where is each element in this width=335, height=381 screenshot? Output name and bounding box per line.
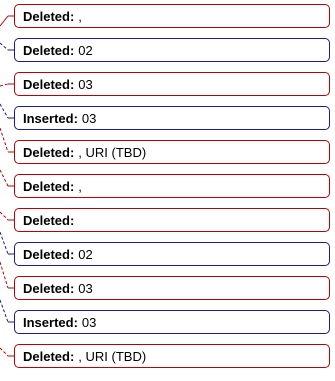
revision-balloon[interactable]: Inserted: 03: [14, 106, 330, 130]
revision-balloon[interactable]: Deleted:: [14, 208, 330, 232]
revision-balloon[interactable]: Deleted: ,: [14, 174, 330, 198]
revision-text: 03: [78, 280, 93, 296]
revision-text: , URI (TBD): [78, 144, 147, 160]
revision-type: Inserted:: [23, 110, 78, 126]
connector-line: [0, 42, 9, 51]
revision-text: ,: [78, 178, 82, 194]
revision-balloon[interactable]: Deleted: , URI (TBD): [14, 140, 330, 164]
connector-line: [0, 231, 9, 255]
connector-line: [0, 103, 9, 119]
connector-line: [0, 127, 9, 153]
revision-type: Deleted:: [23, 42, 75, 58]
revision-type: Deleted:: [23, 178, 75, 194]
connector-line: [0, 169, 9, 187]
revision-balloon[interactable]: Deleted: 02: [14, 38, 330, 62]
revision-balloon[interactable]: Deleted: 03: [14, 276, 330, 300]
revision-type: Inserted:: [23, 314, 78, 330]
revision-text: 02: [78, 246, 93, 262]
revision-text: , URI (TBD): [78, 348, 147, 364]
revision-text: 02: [78, 42, 93, 58]
revision-balloon[interactable]: Deleted: 02: [14, 242, 330, 266]
revision-type: Deleted:: [23, 212, 75, 228]
connector-line: [0, 15, 9, 27]
connector-line: [0, 347, 9, 357]
revision-type: Deleted:: [23, 246, 75, 262]
revision-type: Deleted:: [23, 280, 75, 296]
revision-balloon[interactable]: Deleted: 03: [14, 72, 330, 96]
revision-type: Deleted:: [23, 348, 75, 364]
revision-text: ,: [78, 8, 82, 24]
revision-balloon[interactable]: Deleted: ,: [14, 4, 330, 28]
revision-text: 03: [81, 314, 97, 330]
revision-type: Deleted:: [23, 144, 75, 160]
revision-text: 03: [78, 76, 93, 92]
revision-type: Deleted:: [23, 76, 75, 92]
revision-balloon[interactable]: Inserted: 03: [14, 310, 330, 334]
connector-line: [0, 261, 9, 289]
revision-balloon[interactable]: Deleted: , URI (TBD): [14, 344, 330, 368]
connector-line: [0, 211, 9, 221]
connector-line: [0, 299, 9, 323]
revision-text: 03: [81, 110, 97, 126]
revision-type: Deleted:: [23, 8, 75, 24]
connector-line: [0, 83, 9, 87]
